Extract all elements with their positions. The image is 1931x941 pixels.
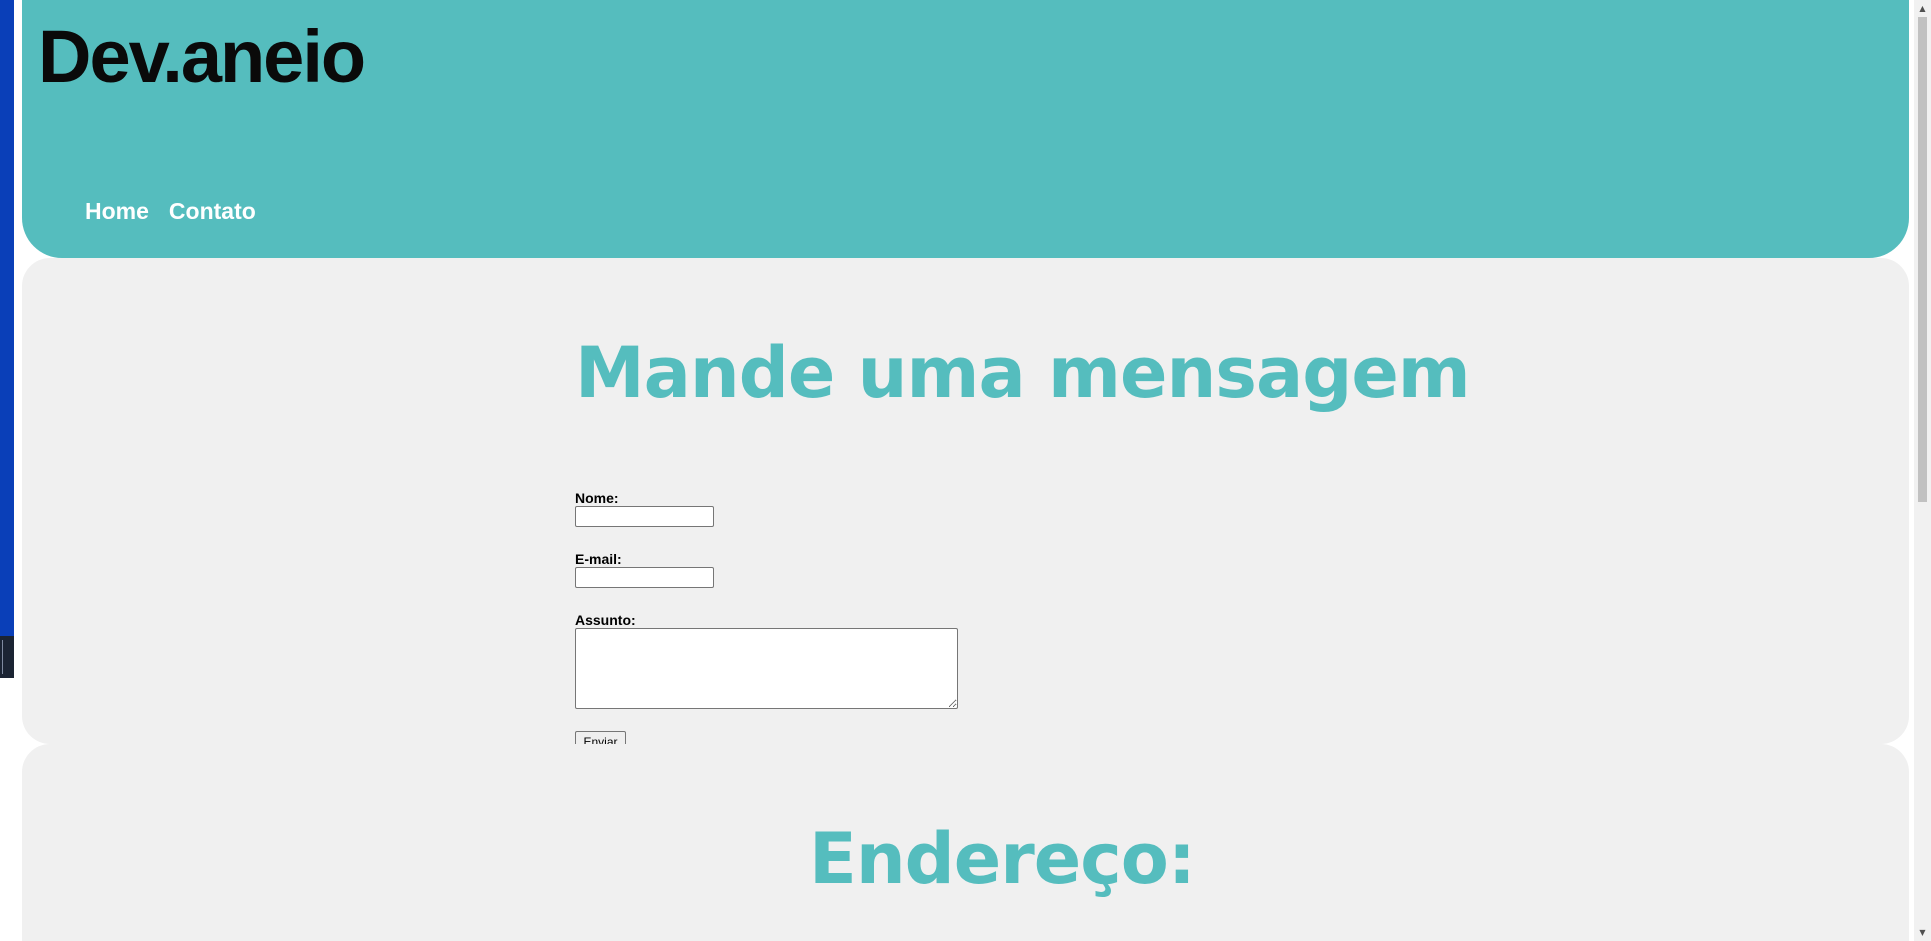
message-heading: Mande uma mensagem	[575, 332, 1471, 414]
desktop-edge-dark	[0, 636, 14, 678]
nav-link-contato[interactable]: Contato	[169, 200, 256, 223]
message-section: Mande uma mensagem Nome: E-mail: Assunto…	[22, 258, 1909, 752]
address-heading: Endereço:	[809, 818, 1196, 900]
site-header: Dev.aneio Home Contato	[22, 0, 1909, 258]
address-section: Endereço:	[22, 744, 1909, 941]
scroll-up-arrow-icon[interactable]: ▲	[1914, 0, 1931, 17]
site-logo[interactable]: Dev.aneio	[38, 20, 366, 94]
subject-textarea[interactable]	[575, 628, 958, 709]
name-label: Nome:	[575, 490, 619, 506]
main-nav: Home Contato	[85, 200, 256, 223]
email-field[interactable]	[575, 567, 714, 588]
vertical-scrollbar[interactable]: ▲ ▼	[1914, 0, 1931, 941]
page: Dev.aneio Home Contato Mande uma mensage…	[0, 0, 1931, 941]
nav-link-home[interactable]: Home	[85, 200, 149, 223]
name-field[interactable]	[575, 506, 714, 527]
contact-form: Nome: E-mail: Assunto: Enviar	[575, 490, 958, 752]
scroll-down-arrow-icon[interactable]: ▼	[1914, 924, 1931, 941]
desktop-edge	[0, 0, 14, 636]
email-label: E-mail:	[575, 551, 622, 567]
subject-label: Assunto:	[575, 612, 636, 628]
scrollbar-thumb[interactable]	[1918, 17, 1927, 502]
